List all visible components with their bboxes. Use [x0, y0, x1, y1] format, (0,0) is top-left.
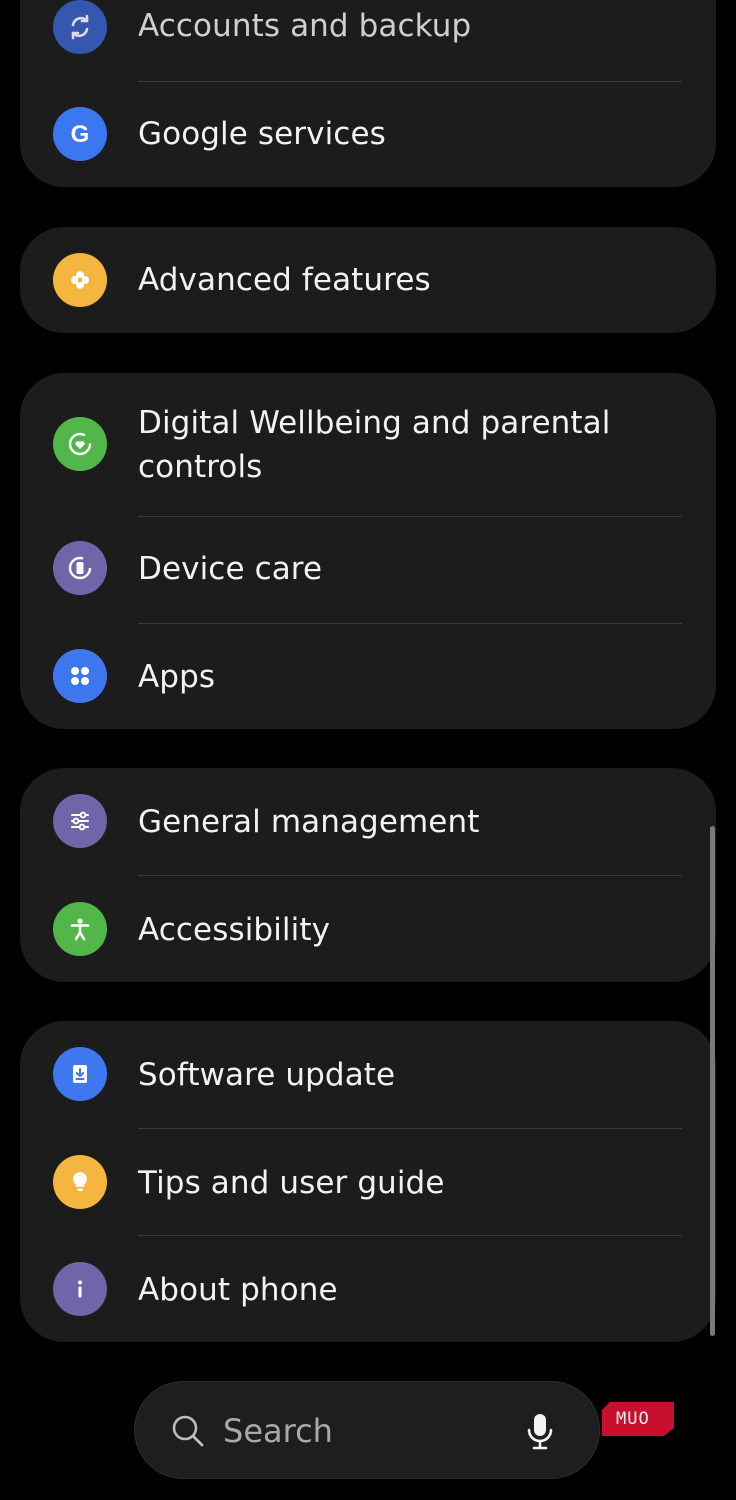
settings-item-google-services[interactable]: G Google services: [20, 107, 716, 163]
settings-item-label: Accounts and backup: [138, 8, 472, 44]
wellbeing-heart-icon: [53, 417, 107, 471]
settings-card-wellbeing: Digital Wellbeing and parental controls …: [20, 373, 716, 729]
settings-item-label: Tips and user guide: [138, 1165, 445, 1201]
info-icon: [53, 1262, 107, 1316]
settings-item-software-update[interactable]: Software update: [20, 1047, 716, 1103]
settings-item-label: About phone: [138, 1272, 338, 1308]
divider: [138, 1128, 682, 1129]
settings-item-about-phone[interactable]: About phone: [20, 1262, 716, 1318]
lightbulb-icon: [53, 1155, 107, 1209]
sliders-icon: [53, 794, 107, 848]
settings-item-label: Software update: [138, 1057, 396, 1093]
divider: [138, 1235, 682, 1236]
settings-item-label: General management: [138, 804, 480, 840]
divider: [138, 875, 682, 876]
google-icon: G: [53, 107, 107, 161]
microphone-icon[interactable]: [525, 1412, 555, 1452]
settings-item-label: Google services: [138, 116, 386, 152]
apps-grid-icon: [53, 649, 107, 703]
divider: [138, 81, 682, 82]
settings-item-digital-wellbeing[interactable]: Digital Wellbeing and parental controls: [20, 401, 716, 491]
settings-item-advanced-features[interactable]: Advanced features: [20, 253, 716, 309]
settings-item-apps[interactable]: Apps: [20, 649, 716, 705]
settings-item-label: Device care: [138, 551, 323, 587]
accessibility-person-icon: [53, 902, 107, 956]
settings-item-general-management[interactable]: General management: [20, 794, 716, 850]
settings-card-advanced: Advanced features: [20, 227, 716, 333]
divider: [138, 516, 682, 517]
settings-item-label: Accessibility: [138, 912, 331, 948]
sync-icon: [53, 0, 107, 54]
search-placeholder[interactable]: Search: [223, 1409, 333, 1453]
settings-item-device-care[interactable]: Device care: [20, 541, 716, 597]
scrollbar[interactable]: [710, 826, 715, 1336]
watermark-text: MUO: [616, 1409, 650, 1429]
settings-item-label: Apps: [138, 659, 216, 695]
search-icon[interactable]: [169, 1412, 207, 1450]
settings-item-tips-and-user-guide[interactable]: Tips and user guide: [20, 1155, 716, 1211]
search-bar[interactable]: Search: [134, 1381, 600, 1479]
device-care-icon: [53, 541, 107, 595]
settings-item-label: Advanced features: [138, 262, 431, 298]
download-icon: [53, 1047, 107, 1101]
settings-item-label: Digital Wellbeing and parental controls: [138, 405, 611, 485]
settings-card-general: General management Accessibility: [20, 768, 716, 982]
puzzle-gear-icon: [53, 253, 107, 307]
settings-card-software: Software update Tips and user guide Abou…: [20, 1021, 716, 1342]
divider: [138, 623, 682, 624]
settings-item-accessibility[interactable]: Accessibility: [20, 902, 716, 958]
settings-item-accounts-and-backup[interactable]: Accounts and backup: [20, 0, 716, 54]
settings-card-accounts: Accounts and backup G Google services: [20, 0, 716, 187]
svg-text:G: G: [71, 121, 90, 148]
